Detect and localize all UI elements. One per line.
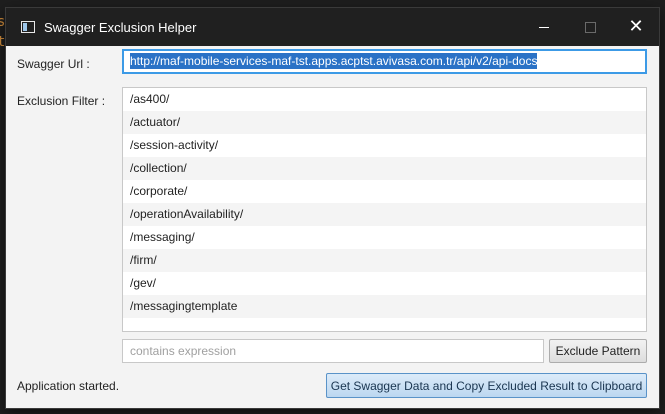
title-bar[interactable]: Swagger Exclusion Helper ✕: [6, 8, 659, 46]
swagger-url-label: Swagger Url :: [17, 57, 90, 71]
url-selected-text: http://maf-mobile-services-maf-tst.apps.…: [130, 53, 538, 69]
list-item[interactable]: /gev/: [123, 272, 646, 295]
maximize-icon: [584, 21, 596, 33]
maximize-button: [567, 8, 613, 46]
list-item[interactable]: /messaging/: [123, 226, 646, 249]
minimize-button[interactable]: [521, 8, 567, 46]
exclusion-filter-label: Exclusion Filter :: [17, 94, 106, 108]
window-title: Swagger Exclusion Helper: [44, 19, 197, 35]
app-window: Swagger Exclusion Helper ✕ Swagger Url :…: [6, 8, 659, 408]
status-text: Application started.: [17, 379, 120, 393]
pattern-input[interactable]: [122, 339, 544, 363]
list-item[interactable]: /messagingtemplate: [123, 295, 646, 318]
get-swagger-data-button[interactable]: Get Swagger Data and Copy Excluded Resul…: [326, 373, 647, 398]
editor-glyph: s: [0, 14, 6, 30]
list-item[interactable]: /as400/: [123, 88, 646, 111]
close-icon: ✕: [628, 16, 644, 37]
window-controls: ✕: [521, 8, 659, 46]
close-button[interactable]: ✕: [613, 8, 659, 46]
list-item[interactable]: /operationAvailability/: [123, 203, 646, 226]
list-item[interactable]: /actuator/: [123, 111, 646, 134]
app-icon: [21, 21, 35, 33]
swagger-url-input[interactable]: http://maf-mobile-services-maf-tst.apps.…: [122, 49, 647, 74]
list-item[interactable]: /corporate/: [123, 180, 646, 203]
exclude-pattern-button[interactable]: Exclude Pattern: [549, 339, 647, 363]
minimize-icon: [539, 26, 549, 28]
list-item[interactable]: /session-activity/: [123, 134, 646, 157]
list-item[interactable]: /firm/: [123, 249, 646, 272]
editor-glyph: t: [0, 34, 6, 50]
list-item[interactable]: /collection/: [123, 157, 646, 180]
exclusion-list[interactable]: /as400//actuator//session-activity//coll…: [122, 87, 647, 332]
